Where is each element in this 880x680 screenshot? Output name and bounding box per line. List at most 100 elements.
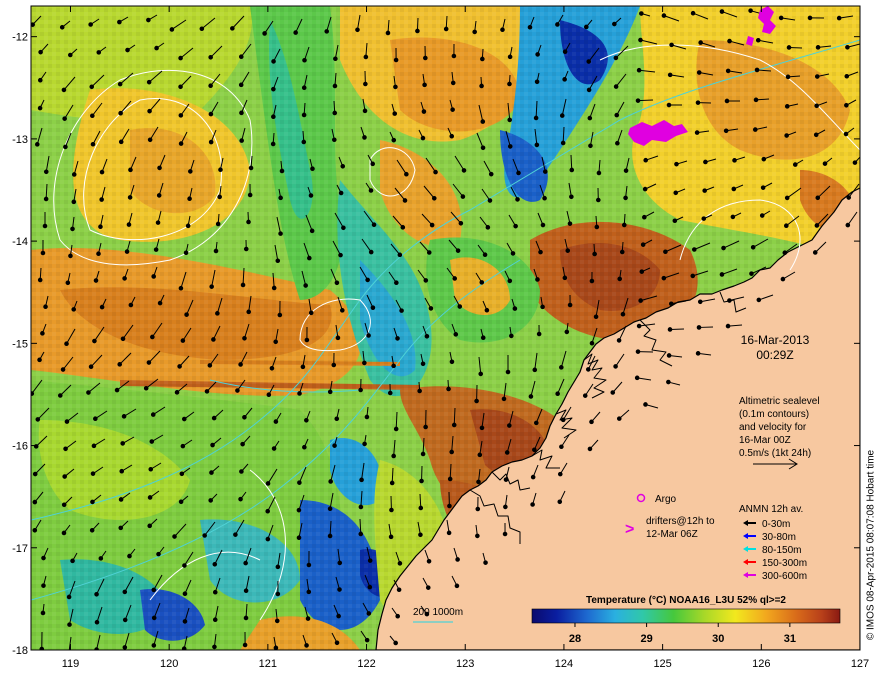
- velocity-arrow-head: [331, 362, 337, 368]
- velocity-arrow-head: [334, 280, 340, 286]
- velocity-arrow-head: [98, 224, 103, 230]
- velocity-arrow-head: [424, 333, 430, 339]
- velocity-arrow-head: [35, 417, 41, 422]
- velocity-arrow-head: [271, 446, 277, 451]
- velocity-arrow-head: [243, 588, 249, 594]
- velocity-arrow-head: [479, 425, 485, 431]
- velocity-arrow-head: [367, 558, 373, 563]
- velocity-arrow-head: [453, 332, 459, 337]
- velocity-arrow-head: [147, 523, 152, 529]
- velocity-arrow-head: [182, 591, 188, 597]
- velocity-arrow-head: [122, 617, 128, 623]
- velocity-arrow-head: [240, 441, 245, 447]
- velocity-arrow-head: [117, 19, 122, 25]
- lat-tick-label: -18: [12, 645, 28, 657]
- velocity-arrow-head: [341, 225, 346, 231]
- velocity-arrow-head: [516, 170, 521, 176]
- velocity-arrow-head: [215, 221, 221, 227]
- velocity-arrow-head: [588, 143, 593, 149]
- velocity-arrow-head: [324, 29, 330, 34]
- velocity-arrow-head: [639, 11, 644, 16]
- velocity-arrow-head: [32, 471, 38, 477]
- anmn-title: ANMN 12h av.: [739, 504, 803, 515]
- velocity-arrow-head: [475, 506, 481, 512]
- velocity-arrow-head: [154, 45, 159, 51]
- velocity-arrow-head: [86, 390, 91, 395]
- altimetry-line-4: 16-Mar 00Z: [739, 435, 791, 446]
- velocity-arrow-head: [304, 418, 309, 423]
- velocity-arrow-head: [213, 248, 219, 254]
- lat-tick-label: -14: [12, 236, 28, 248]
- velocity-arrow-head: [780, 276, 786, 282]
- velocity-arrow-head: [273, 645, 279, 650]
- velocity-arrow-head: [271, 86, 276, 92]
- velocity-arrow-head: [157, 165, 162, 171]
- velocity-arrow-head: [368, 249, 374, 255]
- velocity-arrow-head: [479, 83, 484, 89]
- velocity-arrow-head: [642, 186, 648, 192]
- velocity-arrow-head: [199, 26, 205, 32]
- velocity-arrow-head: [452, 276, 458, 281]
- velocity-arrow-head: [308, 310, 314, 316]
- velocity-arrow-head: [447, 476, 453, 482]
- velocity-arrow-head: [89, 528, 95, 533]
- velocity-arrow-head: [455, 557, 460, 562]
- velocity-arrow-head: [730, 214, 736, 220]
- velocity-arrow-head: [297, 480, 302, 485]
- velocity-arrow-head: [271, 114, 276, 120]
- velocity-arrow-head: [555, 391, 560, 396]
- velocity-arrow-head: [756, 297, 762, 303]
- velocity-arrow-head: [505, 369, 511, 375]
- velocity-arrow-head: [146, 360, 152, 365]
- velocity-arrow-head: [178, 499, 184, 505]
- velocity-arrow-head: [114, 387, 120, 393]
- velocity-arrow-head: [265, 481, 271, 486]
- velocity-arrow-head: [60, 367, 66, 372]
- velocity-arrow-head: [238, 362, 243, 367]
- velocity-arrow-head: [616, 338, 622, 343]
- velocity-arrow-head: [852, 160, 858, 165]
- velocity-arrow-head: [429, 222, 435, 228]
- velocity-arrow-head: [540, 222, 546, 228]
- velocity-arrow-head: [844, 102, 849, 108]
- velocity-arrow-head: [698, 40, 703, 45]
- velocity-arrow-head: [99, 197, 104, 202]
- velocity-arrow-head: [542, 195, 547, 201]
- velocity-arrow-head: [99, 304, 105, 310]
- velocity-arrow-head: [64, 341, 69, 347]
- velocity-arrow-head: [91, 443, 97, 449]
- velocity-arrow-head: [67, 622, 72, 627]
- velocity-arrow-head: [569, 167, 575, 173]
- velocity-arrow-head: [127, 553, 132, 559]
- velocity-arrow-head: [90, 499, 95, 505]
- velocity-arrow-head: [309, 228, 315, 234]
- velocity-arrow-head: [296, 507, 302, 513]
- velocity-arrow-head: [542, 169, 548, 174]
- velocity-arrow-head: [723, 128, 729, 134]
- velocity-arrow-head: [266, 392, 272, 398]
- velocity-arrow-head: [397, 561, 403, 566]
- velocity-arrow-head: [482, 252, 488, 257]
- velocity-arrow-head: [691, 247, 697, 252]
- velocity-arrow-head: [587, 446, 593, 452]
- velocity-arrow-head: [617, 276, 623, 282]
- velocity-arrow-head: [242, 642, 248, 648]
- lon-tick-label: 124: [555, 658, 573, 670]
- velocity-arrow-head: [479, 280, 485, 285]
- velocity-arrow-head: [271, 285, 277, 291]
- velocity-arrow-head: [247, 192, 253, 198]
- velocity-arrow-head: [156, 193, 162, 198]
- velocity-arrow-head: [420, 361, 426, 367]
- velocity-arrow-head: [128, 302, 134, 308]
- velocity-arrow-head: [61, 87, 67, 93]
- velocity-arrow-head: [43, 304, 48, 310]
- velocity-arrow-head: [451, 53, 457, 59]
- velocity-arrow-head: [209, 470, 214, 475]
- velocity-arrow-head: [754, 67, 760, 73]
- velocity-arrow-head: [458, 220, 464, 226]
- velocity-arrow-head: [510, 251, 516, 256]
- velocity-arrow-head: [727, 38, 732, 44]
- velocity-arrow-head: [275, 591, 281, 597]
- velocity-arrow-head: [90, 471, 96, 476]
- drifter-symbol-icon: >: [625, 521, 634, 538]
